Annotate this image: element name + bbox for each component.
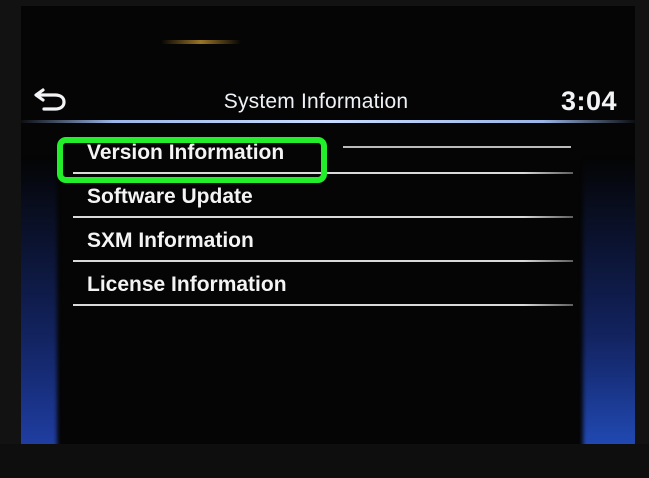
menu-item-label: License Information	[87, 273, 287, 296]
menu-item-sxm-information[interactable]: SXM Information	[73, 218, 581, 262]
menu-divider	[343, 146, 571, 148]
menu-divider	[73, 304, 573, 306]
screen-edge-glow-right	[583, 156, 635, 444]
display-bezel-bottom	[0, 444, 649, 478]
ambient-glow	[161, 40, 241, 44]
screen-edge-glow-left	[21, 156, 57, 444]
page-title: System Information	[223, 90, 409, 113]
infotainment-screen: System Information 3:04 Version Informat…	[21, 6, 635, 444]
clock: 3:04	[560, 86, 617, 116]
menu-item-label: Version Information	[87, 141, 285, 164]
menu-item-version-information[interactable]: Version Information	[73, 130, 581, 174]
menu-item-label: Software Update	[87, 185, 253, 208]
header-divider	[21, 120, 635, 123]
menu-item-software-update[interactable]: Software Update	[73, 174, 581, 218]
system-information-menu: Version Information Software Update SXM …	[73, 130, 581, 306]
menu-item-label: SXM Information	[87, 229, 254, 252]
menu-item-license-information[interactable]: License Information	[73, 262, 581, 306]
header-bar: System Information 3:04	[21, 76, 635, 124]
